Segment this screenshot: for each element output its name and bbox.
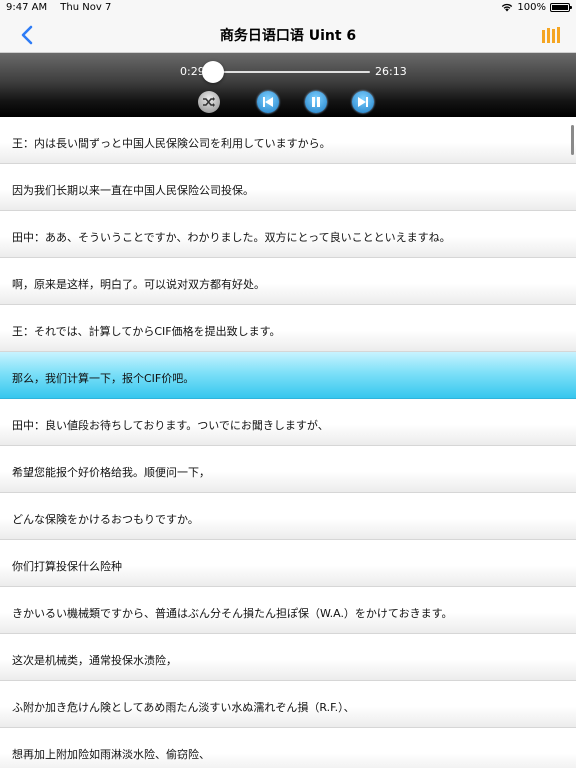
list-item[interactable]: 你们打算投保什么险种: [0, 540, 576, 587]
status-date: Thu Nov 7: [60, 2, 112, 13]
page-title: 商务日语口语 Uint 6: [219, 28, 357, 44]
list-item[interactable]: 啊，原来是这样，明白了。可以说对双方都有好处。: [0, 258, 576, 305]
total-time: 26:13: [375, 65, 407, 78]
wifi-icon: [502, 3, 513, 12]
list-item[interactable]: 那么，我们计算一下，报个CIF价吧。: [0, 352, 576, 399]
status-time: 9:47 AM: [6, 2, 48, 13]
pause-button[interactable]: [305, 91, 327, 113]
audio-player: 0:29 26:13: [0, 53, 576, 117]
status-bar: 9:47 AM Thu Nov 7 100%: [0, 0, 576, 16]
list-item[interactable]: 想再加上附加险如雨淋淡水险、偷窃险、: [0, 728, 576, 768]
transcript-list: 王：内は長い間ずっと中国人民保険公司を利用していますから。 因为我们长期以来一直在…: [0, 117, 576, 768]
status-right: 100%: [501, 2, 572, 13]
battery-icon: [550, 3, 572, 12]
nav-bar: 商务日语口语 Uint 6: [0, 16, 576, 53]
list-item[interactable]: 王：内は長い間ずっと中国人民保険公司を利用していますから。: [0, 117, 576, 164]
list-item[interactable]: 王：それでは、計算してからCIF価格を提出致します。: [0, 305, 576, 352]
status-left: 9:47 AM Thu Nov 7: [6, 2, 121, 13]
progress-slider[interactable]: [201, 61, 370, 83]
progress-thumb[interactable]: [201, 61, 224, 83]
next-button[interactable]: [352, 91, 374, 113]
previous-icon: [263, 97, 273, 107]
list-item[interactable]: 因为我们长期以来一直在中国人民保险公司投保。: [0, 164, 576, 211]
shuffle-icon: [203, 97, 215, 107]
list-item[interactable]: 希望您能报个好价格给我。顺便问一下，: [0, 446, 576, 493]
library-icon[interactable]: [542, 27, 562, 43]
list-item[interactable]: どんな保険をかけるおつもりですか。: [0, 493, 576, 540]
list-item[interactable]: 这次是机械类，通常投保水渍险，: [0, 634, 576, 681]
battery-percent: 100%: [517, 2, 546, 13]
list-item[interactable]: きかいるい機械類ですから、普通はぶん分そん損たん担ぽ保（W.A.）をかけておきま…: [0, 587, 576, 634]
list-item[interactable]: 田中：良い値段お待ちしております。ついでにお聞きしますが、: [0, 399, 576, 446]
current-time: 0:29: [180, 65, 205, 78]
list-item[interactable]: ふ附か加き危けん険としてあめ雨たん淡すい水ぬ濡れぞん損（R.F.）、: [0, 681, 576, 728]
scrollbar[interactable]: [571, 125, 574, 155]
shuffle-button[interactable]: [198, 91, 220, 113]
list-item[interactable]: 田中：ああ、そういうことですか、わかりました。双方にとって良いことといえますね。: [0, 211, 576, 258]
pause-icon: [312, 97, 320, 107]
battery-fill: [552, 5, 568, 10]
previous-button[interactable]: [257, 91, 279, 113]
next-icon: [358, 97, 368, 107]
